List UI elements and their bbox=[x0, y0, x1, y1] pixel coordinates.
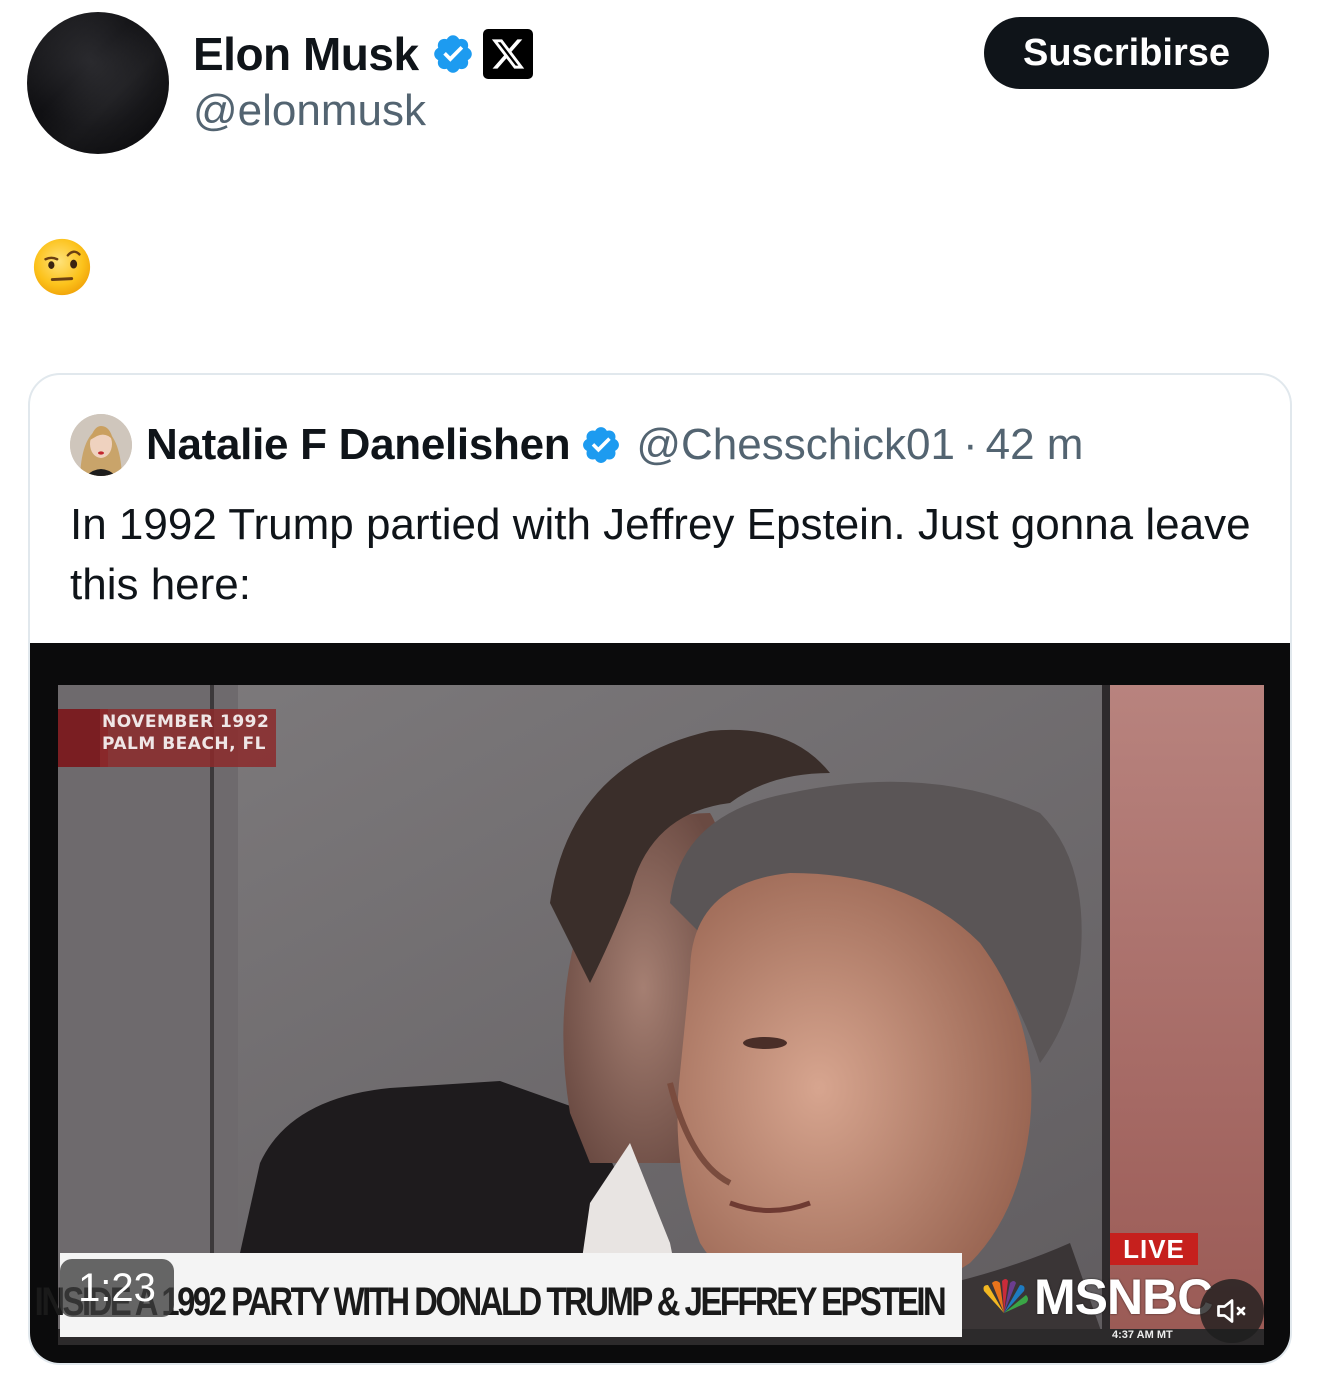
peacock-icon bbox=[983, 1279, 1028, 1313]
quoted-tweet-text: In 1992 Trump partied with Jeffrey Epste… bbox=[70, 500, 1251, 609]
quoted-author-name[interactable]: Natalie F Danelishen bbox=[146, 420, 571, 470]
video-player[interactable]: NOVEMBER 1992 PALM BEACH, FL INSIDE A 19… bbox=[30, 643, 1290, 1363]
mute-button[interactable] bbox=[1200, 1279, 1264, 1343]
post-view: Elon Musk @elonmusk Suscribirse Natalie … bbox=[0, 0, 1320, 1389]
broadcast-clock: 4:37 AM MT bbox=[1112, 1329, 1173, 1341]
quoted-tweet-card[interactable]: Natalie F Danelishen @Chesschick01 · 42 … bbox=[28, 373, 1292, 1365]
video-chyron: INSIDE A 1992 PARTY WITH DONALD TRUMP & … bbox=[34, 1253, 962, 1337]
video-duration: 1:23 bbox=[60, 1259, 174, 1317]
speaker-muted-icon bbox=[1217, 1299, 1246, 1323]
verified-badge-icon bbox=[433, 35, 472, 73]
network-name: MSNBC bbox=[1034, 1269, 1213, 1325]
live-badge: LIVE bbox=[1110, 1233, 1198, 1265]
author-display-name[interactable]: Elon Musk bbox=[193, 27, 419, 81]
author-name-row: Elon Musk bbox=[193, 26, 533, 82]
date-tag-line1: NOVEMBER 1992 bbox=[102, 712, 270, 732]
x-logo-icon bbox=[482, 29, 533, 79]
author-avatar[interactable] bbox=[27, 12, 169, 154]
quoted-timestamp[interactable]: 42 m bbox=[986, 420, 1084, 470]
video-date-tag: NOVEMBER 1992 PALM BEACH, FL bbox=[102, 711, 269, 755]
meta-separator: · bbox=[962, 420, 978, 469]
verified-badge-icon bbox=[583, 427, 620, 463]
subscribe-button[interactable]: Suscribirse bbox=[984, 17, 1269, 89]
quoted-author-handle[interactable]: @Chesschick01 bbox=[636, 420, 955, 470]
quoted-tweet-header: Natalie F Danelishen @Chesschick01 · 42 … bbox=[70, 413, 1083, 477]
quoted-author-avatar[interactable] bbox=[70, 414, 132, 476]
face-with-raised-eyebrow-emoji bbox=[33, 238, 91, 296]
date-tag-line2: PALM BEACH, FL bbox=[102, 734, 266, 754]
network-logo: MSNBC bbox=[978, 1267, 1213, 1327]
author-handle[interactable]: @elonmusk bbox=[193, 86, 426, 136]
